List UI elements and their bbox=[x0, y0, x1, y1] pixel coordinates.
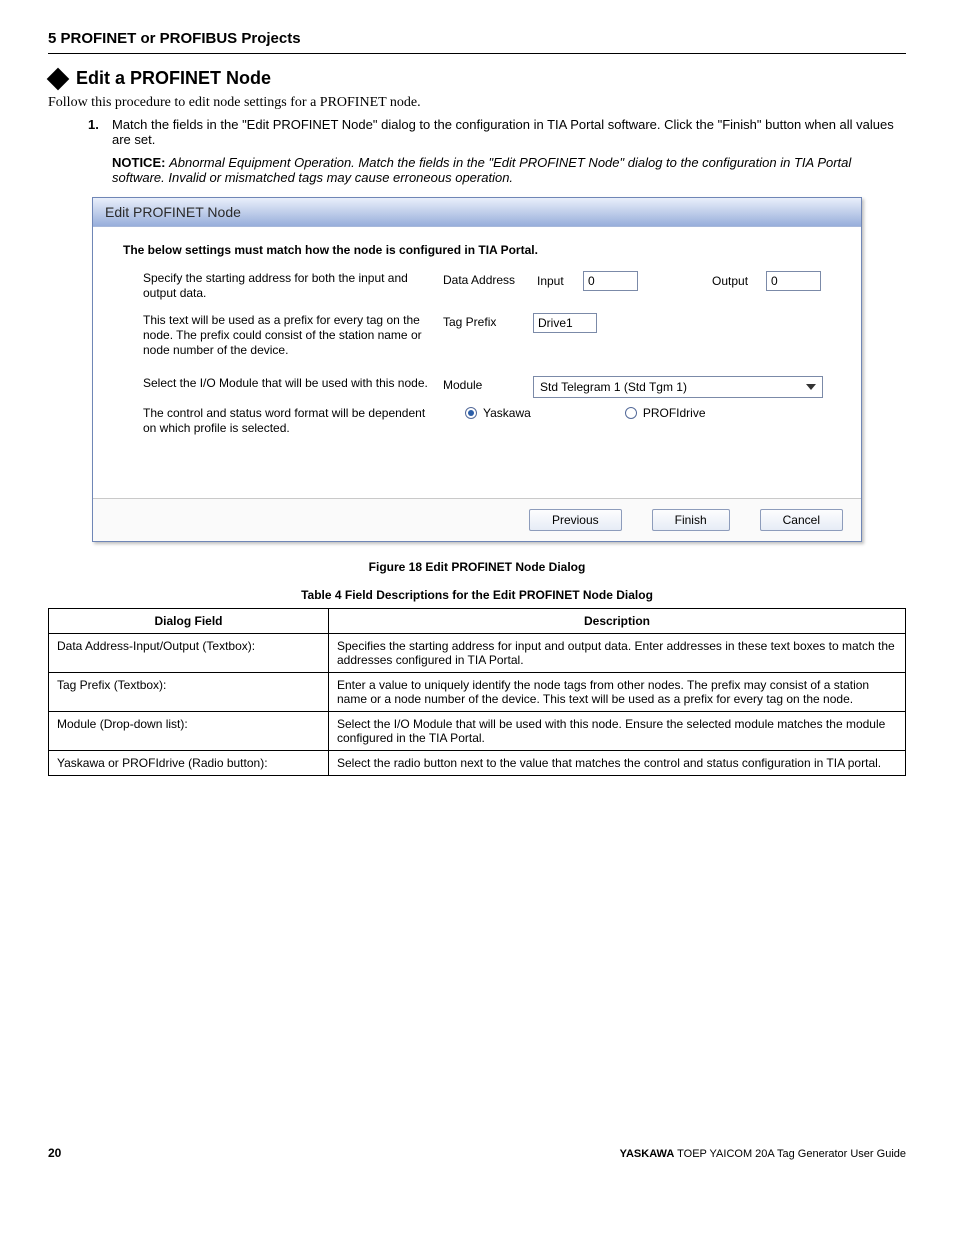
module-dropdown-value: Std Telegram 1 (Std Tgm 1) bbox=[540, 380, 687, 394]
input-address-field[interactable] bbox=[583, 271, 638, 291]
chevron-down-icon bbox=[806, 384, 816, 390]
module-label: Module bbox=[443, 376, 533, 392]
table-row: Data Address-Input/Output (Textbox): Spe… bbox=[49, 634, 906, 673]
module-dropdown[interactable]: Std Telegram 1 (Std Tgm 1) bbox=[533, 376, 823, 398]
table-cell-desc: Enter a value to uniquely identify the n… bbox=[329, 673, 906, 712]
table-header-description: Description bbox=[329, 609, 906, 634]
output-label: Output bbox=[712, 274, 760, 288]
tag-prefix-label: Tag Prefix bbox=[443, 313, 533, 329]
table-cell-desc: Specifies the starting address for input… bbox=[329, 634, 906, 673]
field-descriptions-table: Dialog Field Description Data Address-In… bbox=[48, 608, 906, 776]
notice: NOTICE: Abnormal Equipment Operation. Ma… bbox=[112, 155, 906, 185]
module-desc: Select the I/O Module that will be used … bbox=[143, 376, 443, 391]
tag-prefix-field[interactable] bbox=[533, 313, 597, 333]
table-row: Yaskawa or PROFIdrive (Radio button): Se… bbox=[49, 751, 906, 776]
notice-label: NOTICE: bbox=[112, 155, 165, 170]
diamond-bullet-icon bbox=[47, 67, 70, 90]
page-number: 20 bbox=[48, 1146, 61, 1160]
table-cell-field: Yaskawa or PROFIdrive (Radio button): bbox=[49, 751, 329, 776]
footer-title: TOEP YAICOM 20A Tag Generator User Guide bbox=[674, 1148, 906, 1160]
radio-selected-icon bbox=[465, 407, 477, 419]
table-row: Tag Prefix (Textbox): Enter a value to u… bbox=[49, 673, 906, 712]
table-cell-field: Module (Drop-down list): bbox=[49, 712, 329, 751]
table-cell-desc: Select the I/O Module that will be used … bbox=[329, 712, 906, 751]
yaskawa-radio[interactable]: Yaskawa bbox=[465, 406, 531, 420]
finish-button[interactable]: Finish bbox=[652, 509, 730, 531]
data-address-desc: Specify the starting address for both th… bbox=[143, 271, 443, 301]
profidrive-radio[interactable]: PROFIdrive bbox=[625, 406, 706, 420]
notice-body: Abnormal Equipment Operation. Match the … bbox=[112, 155, 851, 185]
profile-desc: The control and status word format will … bbox=[143, 406, 443, 436]
previous-button[interactable]: Previous bbox=[529, 509, 622, 531]
output-address-field[interactable] bbox=[766, 271, 821, 291]
page-header: 5 PROFINET or PROFIBUS Projects bbox=[48, 30, 906, 54]
intro-text: Follow this procedure to edit node setti… bbox=[48, 95, 906, 111]
table-cell-field: Data Address-Input/Output (Textbox): bbox=[49, 634, 329, 673]
table-caption: Table 4 Field Descriptions for the Edit … bbox=[48, 588, 906, 602]
table-cell-field: Tag Prefix (Textbox): bbox=[49, 673, 329, 712]
footer-doc: YASKAWA TOEP YAICOM 20A Tag Generator Us… bbox=[620, 1148, 906, 1160]
radio-unselected-icon bbox=[625, 407, 637, 419]
table-header-field: Dialog Field bbox=[49, 609, 329, 634]
tag-prefix-desc: This text will be used as a prefix for e… bbox=[143, 313, 443, 358]
yaskawa-radio-label: Yaskawa bbox=[483, 406, 531, 420]
data-address-label: Data Address bbox=[443, 271, 533, 287]
figure-caption: Figure 18 Edit PROFINET Node Dialog bbox=[48, 560, 906, 574]
footer-brand: YASKAWA bbox=[620, 1148, 675, 1160]
dialog-instruction: The below settings must match how the no… bbox=[123, 243, 841, 257]
step-number: 1. bbox=[88, 117, 104, 147]
cancel-button[interactable]: Cancel bbox=[760, 509, 843, 531]
table-row: Module (Drop-down list): Select the I/O … bbox=[49, 712, 906, 751]
dialog-title: Edit PROFINET Node bbox=[93, 198, 861, 227]
table-cell-desc: Select the radio button next to the valu… bbox=[329, 751, 906, 776]
step-text: Match the fields in the "Edit PROFINET N… bbox=[112, 117, 906, 147]
section-title: Edit a PROFINET Node bbox=[76, 68, 271, 89]
profidrive-radio-label: PROFIdrive bbox=[643, 406, 706, 420]
edit-profinet-node-dialog: Edit PROFINET Node The below settings mu… bbox=[92, 197, 862, 542]
input-label: Input bbox=[537, 274, 577, 288]
